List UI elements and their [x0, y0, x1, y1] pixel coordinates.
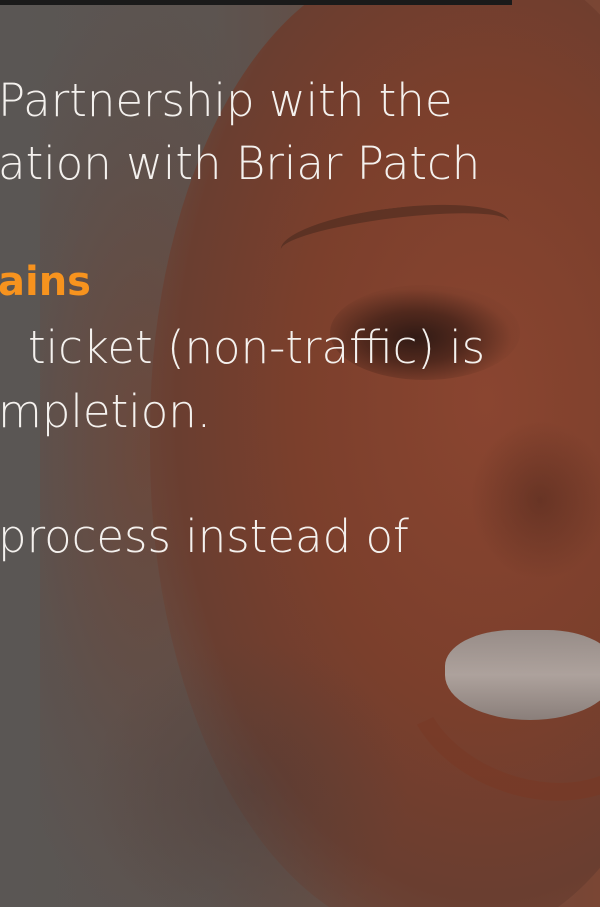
- slide-text: Partnership with the ation with Briar Pa…: [0, 0, 600, 907]
- text-line-4: mpletion.: [0, 385, 212, 438]
- text-line-5: process instead of: [0, 510, 409, 563]
- section-heading: ains: [0, 259, 91, 305]
- text-line-3: ticket (non-traffic) is: [28, 321, 486, 374]
- text-line-2: ation with Briar Patch: [0, 137, 481, 190]
- text-line-1: Partnership with the: [0, 74, 453, 127]
